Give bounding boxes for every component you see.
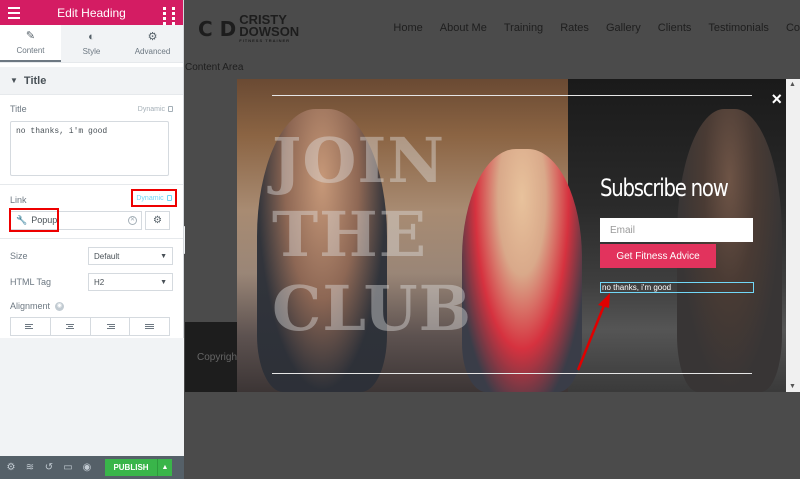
wrench-icon: 🔧 [16,214,28,225]
gear-icon: ⚙ [153,215,162,226]
link-field-label: Link [10,195,27,205]
the-line: THE [272,198,427,271]
nav-about[interactable]: About Me [440,22,487,34]
align-right-button[interactable] [91,318,131,335]
align-left-button[interactable] [11,318,51,335]
half-circle-icon: ◐ [88,30,95,43]
chevron-down-icon: ▼ [160,252,167,260]
panel-header: Edit Heading [0,0,183,30]
title-dynamic-label: Dynamic [137,105,165,113]
club-line: CLUB [272,272,473,345]
subscribe-popup: JOIN THE CLUB × Subscribe now Email Get … [237,79,786,392]
tab-style[interactable]: ◐ Style [61,25,122,62]
logo-mark: C D [198,17,237,41]
history-icon[interactable]: ↺ [44,462,54,473]
html-tag-select[interactable]: H2 ▼ [88,273,173,291]
link-dynamic-button[interactable]: Dynamic [131,189,177,207]
publish-button[interactable]: PUBLISH [105,459,157,476]
panel-tabs: ✎ Content ◐ Style ⚙ Advanced [0,25,183,63]
caret-down-icon: ▼ [10,76,18,85]
get-fitness-advice-button[interactable]: Get Fitness Advice [600,244,716,268]
tab-style-label: Style [82,46,101,56]
responsive-icon[interactable]: ◉ [55,301,65,311]
site-nav: Home About Me Training Rates Gallery Cli… [393,22,800,34]
tab-content[interactable]: ✎ Content [0,25,61,62]
no-thanks-link[interactable]: no thanks, i'm good [600,282,754,293]
alignment-group [10,317,170,336]
nav-rates[interactable]: Rates [560,22,589,34]
size-label: Size [10,251,28,261]
align-justify-button[interactable] [130,318,169,335]
popup-bottom-rule [272,373,752,374]
link-dynamic-label: Dynamic [136,194,164,202]
nav-home[interactable]: Home [393,22,422,34]
tab-content-label: Content [16,45,45,55]
nav-clients[interactable]: Clients [658,22,692,34]
title-dynamic-button[interactable]: Dynamic [138,106,173,113]
caret-up-icon: ▲ [161,464,169,471]
preview-eye-icon[interactable]: ◉ [82,462,92,473]
chevron-down-icon: ▼ [160,278,167,286]
nav-training[interactable]: Training [504,22,543,34]
layers-icon[interactable]: ≋ [25,462,35,473]
nav-testimonials[interactable]: Testimonials [708,22,769,34]
editor-panel: Edit Heading ✎ Content ◐ Style ⚙ Advance… [0,0,184,479]
alignment-label: Alignment [10,301,51,311]
widgets-grid-icon[interactable] [163,6,175,30]
html-tag-label: HTML Tag [10,277,52,287]
join-the-club-heading: JOIN THE CLUB [272,124,472,346]
section-title-label: Title [23,74,47,87]
close-popup-icon[interactable]: × [771,89,782,110]
email-input[interactable]: Email [600,218,753,242]
title-field-label: Title [10,104,27,114]
responsive-mode-icon[interactable]: ▭ [63,462,73,473]
size-select[interactable]: Default ▼ [88,247,173,265]
section-title-toggle[interactable]: ▼ Title [0,67,183,95]
site-logo[interactable]: C D CRISTY DOWSON FITNESS TRAINER [198,13,300,44]
divider [0,184,183,185]
logo-line2: DOWSON [239,24,300,39]
publish-options-button[interactable]: ▲ [157,459,172,476]
nav-contact[interactable]: Co [786,22,800,34]
popup-scrollbar[interactable]: ▲ ▼ [786,79,800,392]
panel-title: Edit Heading [57,5,126,20]
align-center-button[interactable] [51,318,91,335]
tab-advanced-label: Advanced [134,46,171,56]
title-textarea[interactable]: no thanks, i'm good [10,121,169,176]
join-line: JOIN [272,124,446,197]
clear-icon[interactable]: ✕ [128,216,137,225]
database-icon [168,106,173,112]
size-value: Default [94,251,120,261]
link-settings-button[interactable]: ⚙ [145,211,170,230]
popup-top-rule [272,95,752,96]
copyright-text: Copyrigh [197,352,238,363]
settings-icon[interactable]: ⚙ [6,462,16,473]
pencil-icon: ✎ [25,29,36,42]
html-tag-value: H2 [94,277,105,287]
scroll-up-icon[interactable]: ▲ [789,81,796,88]
tab-advanced[interactable]: ⚙ Advanced [122,25,183,62]
subscribe-heading: Subscribe now [600,174,729,202]
logo-tagline: FITNESS TRAINER [239,38,291,43]
popup-tag-label: Popup [31,215,58,225]
link-input[interactable]: 🔧 Popup ✕ [9,208,142,232]
nav-gallery[interactable]: Gallery [606,22,641,34]
gear-icon: ⚙ [147,30,158,43]
popup-dynamic-tag[interactable]: 🔧 Popup [9,208,59,232]
photo-woman-center [462,149,582,392]
database-icon [166,195,172,201]
scroll-down-icon[interactable]: ▼ [789,383,796,390]
panel-footer: ⚙ ≋ ↺ ▭ ◉ PUBLISH ▲ [0,456,184,479]
divider [0,238,183,239]
menu-icon[interactable] [8,6,20,19]
content-area-label: Content Area [185,62,244,73]
panel-empty-area [0,338,184,456]
